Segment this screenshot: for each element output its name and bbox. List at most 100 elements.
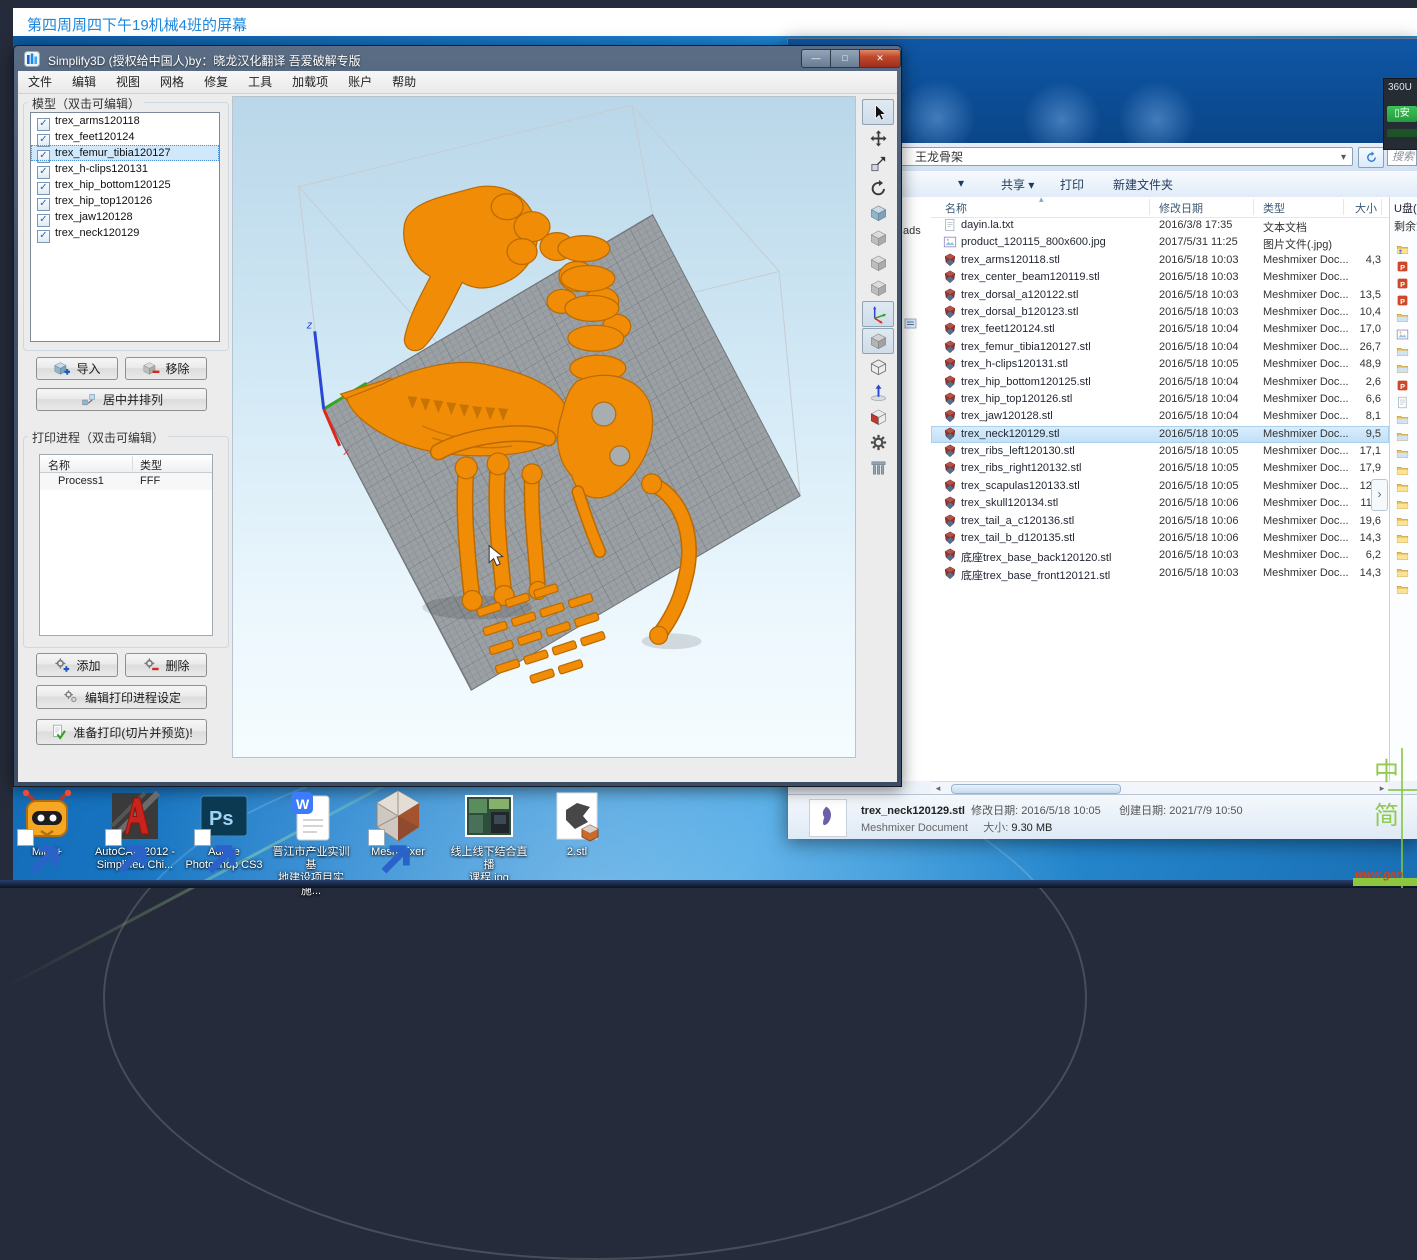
folder-icon[interactable] <box>1390 496 1417 513</box>
file-row[interactable]: trex_arms120118.stl2016/5/18 10:03Meshmi… <box>931 252 1389 269</box>
image-icon[interactable] <box>1390 326 1417 343</box>
file-row[interactable]: trex_dorsal_b120123.stl2016/5/18 10:03Me… <box>931 304 1389 321</box>
cube-icon[interactable] <box>863 276 893 300</box>
scroll-left-icon[interactable]: ◂ <box>931 782 945 794</box>
file-row[interactable]: trex_ribs_right120132.stl2016/5/18 10:05… <box>931 460 1389 477</box>
add-process-button[interactable]: 添加 <box>36 653 118 677</box>
menu-item[interactable]: 编辑 <box>62 71 106 93</box>
file-row[interactable]: trex_jaw120128.stl2016/5/18 10:04Meshmix… <box>931 408 1389 425</box>
cube-blue-icon[interactable] <box>863 201 893 225</box>
folder-blue-icon[interactable] <box>1390 428 1417 445</box>
safe-eject-button[interactable]: ▯安 <box>1387 106 1417 122</box>
recent-places-icon[interactable] <box>904 317 917 330</box>
scale-icon[interactable] <box>863 151 893 175</box>
scroll-right-icon[interactable]: ▸ <box>1375 782 1389 794</box>
checkbox-icon[interactable]: ✓ <box>37 230 50 243</box>
close-button[interactable]: ✕ <box>860 49 901 68</box>
file-row[interactable]: trex_tail_a_c120136.stl2016/5/18 10:06Me… <box>931 513 1389 530</box>
model-list-item[interactable]: ✓trex_femur_tibia120127 <box>31 145 219 161</box>
nav-item-fragment[interactable]: ads <box>903 225 921 237</box>
folder-icon[interactable] <box>1390 530 1417 547</box>
center-arrange-button[interactable]: 居中并排列 <box>36 388 207 411</box>
edit-process-button[interactable]: 编辑打印进程设定 <box>36 685 207 709</box>
file-row[interactable]: trex_feet120124.stl2016/5/18 10:04Meshmi… <box>931 321 1389 338</box>
model-list-item[interactable]: ✓trex_hip_bottom120125 <box>31 177 219 193</box>
file-row[interactable]: product_120115_800x600.jpg2017/5/31 11:2… <box>931 234 1389 251</box>
folder-icon[interactable] <box>1390 547 1417 564</box>
process-table[interactable]: 名称 类型 Process1 FFF <box>39 454 213 636</box>
file-row[interactable]: trex_center_beam120119.stl2016/5/18 10:0… <box>931 269 1389 286</box>
file-row[interactable]: trex_femur_tibia120127.stl2016/5/18 10:0… <box>931 339 1389 356</box>
maximize-button[interactable]: □ <box>831 49 860 68</box>
menu-item[interactable]: 视图 <box>106 71 150 93</box>
file-row[interactable]: trex_hip_bottom120125.stl2016/5/18 10:04… <box>931 374 1389 391</box>
cube-icon[interactable] <box>863 226 893 250</box>
select-cursor-icon[interactable] <box>862 99 894 125</box>
column-header-type[interactable]: 类型 <box>1263 200 1285 216</box>
model-list-item[interactable]: ✓trex_arms120118 <box>31 113 219 129</box>
scrollbar-thumb[interactable] <box>951 784 1121 794</box>
wire-cube-icon[interactable] <box>863 355 893 379</box>
cube-icon[interactable] <box>863 251 893 275</box>
folder-icon[interactable] <box>1390 462 1417 479</box>
share-button[interactable]: 共享 ▾ <box>1001 176 1034 193</box>
folder-icon[interactable] <box>1390 581 1417 598</box>
taskbar[interactable] <box>0 880 1417 888</box>
menu-item[interactable]: 工具 <box>238 71 282 93</box>
model-list-item[interactable]: ✓trex_h-clips120131 <box>31 161 219 177</box>
file-row[interactable]: trex_h-clips120131.stl2016/5/18 10:05Mes… <box>931 356 1389 373</box>
minimize-button[interactable]: — <box>801 49 831 68</box>
import-button[interactable]: 导入 <box>36 357 118 380</box>
model-list[interactable]: ✓trex_arms120118✓trex_feet120124✓trex_fe… <box>30 112 220 342</box>
gear-icon[interactable] <box>863 430 893 454</box>
chevron-down-icon[interactable]: ▾ <box>1341 148 1346 167</box>
rotate-icon[interactable] <box>863 176 893 200</box>
panel-expander-button[interactable]: › <box>1371 479 1388 511</box>
file-row[interactable]: trex_skull120134.stl2016/5/18 10:06Meshm… <box>931 495 1389 512</box>
remove-button[interactable]: 移除 <box>125 357 207 380</box>
ppt-icon[interactable]: P <box>1390 292 1417 309</box>
folder-blue-icon[interactable] <box>1390 411 1417 428</box>
prepare-print-button[interactable]: 准备打印(切片并预览)! <box>36 719 207 745</box>
folder-blue-icon[interactable] <box>1390 360 1417 377</box>
ppt-icon[interactable]: P <box>1390 377 1417 394</box>
print-button[interactable]: 打印 <box>1060 176 1084 193</box>
menu-item[interactable]: 帮助 <box>382 71 426 93</box>
new-folder-button[interactable]: 新建文件夹 <box>1113 176 1173 193</box>
move-icon[interactable] <box>863 126 893 150</box>
folder-blue-icon[interactable] <box>1390 343 1417 360</box>
file-row[interactable]: 底座trex_base_back120120.stl2016/5/18 10:0… <box>931 547 1389 564</box>
folder-icon[interactable] <box>1390 479 1417 496</box>
file-row[interactable]: trex_ribs_left120130.stl2016/5/18 10:05M… <box>931 443 1389 460</box>
file-row[interactable]: trex_hip_top120126.stl2016/5/18 10:04Mes… <box>931 391 1389 408</box>
folder-user-icon[interactable] <box>1390 241 1417 258</box>
folder-icon[interactable] <box>1390 564 1417 581</box>
menu-item[interactable]: 账户 <box>338 71 382 93</box>
horizontal-scrollbar[interactable]: ◂ ▸ <box>931 781 1389 795</box>
column-header-name[interactable]: 名称 <box>945 200 967 216</box>
model-list-item[interactable]: ✓trex_jaw120128 <box>31 209 219 225</box>
folder-icon[interactable] <box>1390 513 1417 530</box>
support-arrow-icon[interactable] <box>863 380 893 404</box>
supports-icon[interactable] <box>863 455 893 479</box>
ppt-icon[interactable]: P <box>1390 275 1417 292</box>
axes-icon[interactable] <box>862 301 894 327</box>
delete-process-button[interactable]: 删除 <box>125 653 207 677</box>
file-row[interactable]: 底座trex_base_front120121.stl2016/5/18 10:… <box>931 565 1389 582</box>
folder-blue-icon[interactable] <box>1390 445 1417 462</box>
toolbar-fragment-caret[interactable]: ▾ <box>958 176 964 190</box>
folder-blue-icon[interactable] <box>1390 309 1417 326</box>
model-list-item[interactable]: ✓trex_feet120124 <box>31 129 219 145</box>
column-header-date[interactable]: 修改日期 <box>1159 200 1203 216</box>
file-row[interactable]: trex_dorsal_a120122.stl2016/5/18 10:03Me… <box>931 287 1389 304</box>
process-row[interactable]: Process1 FFF <box>40 473 212 490</box>
ppt-icon[interactable]: P <box>1390 258 1417 275</box>
cross-section-icon[interactable] <box>863 405 893 429</box>
menu-item[interactable]: 网格 <box>150 71 194 93</box>
file-row[interactable]: trex_neck120129.stl2016/5/18 10:05Meshmi… <box>931 426 1389 443</box>
file-row[interactable]: trex_scapulas120133.stl2016/5/18 10:05Me… <box>931 478 1389 495</box>
menu-item[interactable]: 修复 <box>194 71 238 93</box>
file-row[interactable]: dayin.la.txt2016/3/8 17:35文本文档 <box>931 217 1389 234</box>
menu-item[interactable]: 加载项 <box>282 71 338 93</box>
model-list-item[interactable]: ✓trex_neck120129 <box>31 225 219 241</box>
